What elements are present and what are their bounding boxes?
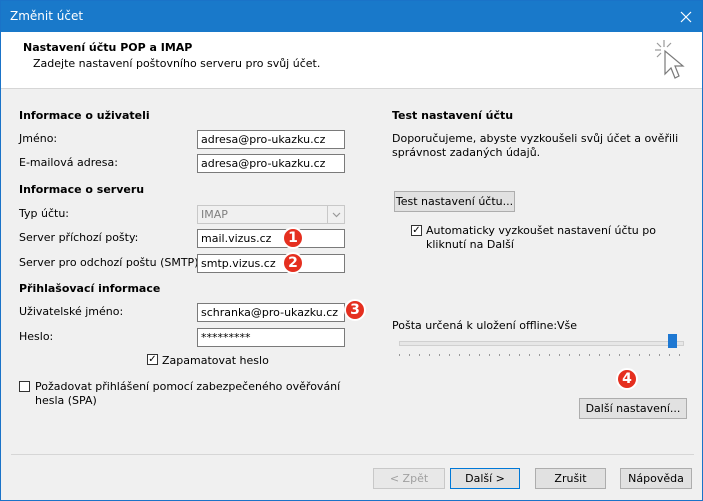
outgoing-server-field[interactable]: smtp.vizus.cz bbox=[197, 254, 345, 273]
slider-tick bbox=[439, 354, 440, 356]
name-field[interactable]: adresa@pro-ukazku.cz bbox=[197, 130, 345, 149]
user-info-heading: Informace o uživateli bbox=[19, 109, 150, 122]
auto-test-checkbox[interactable]: ✓ bbox=[411, 225, 422, 236]
more-settings-button[interactable]: Další nastavení... bbox=[579, 398, 687, 419]
slider-ticks bbox=[399, 354, 682, 356]
next-button[interactable]: Další > bbox=[450, 468, 520, 489]
callout-badge-2: 2 bbox=[282, 252, 304, 274]
offline-slider-track[interactable] bbox=[399, 341, 684, 346]
slider-tick bbox=[519, 354, 520, 356]
remember-password-label: Zapamatovat heslo bbox=[162, 354, 269, 367]
slider-tick bbox=[629, 354, 630, 356]
slider-tick bbox=[669, 354, 670, 356]
username-field[interactable]: schranka@pro-ukazku.cz bbox=[197, 303, 345, 322]
slider-tick bbox=[489, 354, 490, 356]
test-settings-heading: Test nastavení účtu bbox=[392, 109, 514, 122]
slider-tick bbox=[539, 354, 540, 356]
offline-mail-value: Vše bbox=[557, 319, 578, 332]
back-button[interactable]: < Zpět bbox=[373, 468, 445, 489]
server-info-heading: Informace o serveru bbox=[19, 183, 145, 196]
help-button[interactable]: Nápověda bbox=[620, 468, 692, 489]
slider-tick bbox=[529, 354, 530, 356]
slider-tick bbox=[559, 354, 560, 356]
cancel-button[interactable]: Zrušit bbox=[535, 468, 606, 489]
email-label: E-mailová adresa: bbox=[19, 156, 118, 169]
slider-tick bbox=[649, 354, 650, 356]
slider-tick bbox=[599, 354, 600, 356]
spa-checkbox[interactable] bbox=[19, 381, 30, 392]
chevron-down-icon bbox=[327, 206, 344, 223]
account-type-label: Typ účtu: bbox=[19, 207, 70, 220]
email-field[interactable]: adresa@pro-ukazku.cz bbox=[197, 154, 345, 173]
auto-test-label-line1: Automaticky vyzkoušet nastavení účtu po bbox=[426, 224, 656, 237]
spa-label-line2: hesla (SPA) bbox=[35, 394, 97, 407]
slider-tick bbox=[619, 354, 620, 356]
slider-tick bbox=[479, 354, 480, 356]
wizard-cursor-icon bbox=[652, 38, 690, 85]
header-subtitle: Zadejte nastavení poštovního serveru pro… bbox=[33, 57, 321, 70]
password-label: Heslo: bbox=[19, 330, 54, 343]
callout-badge-3: 3 bbox=[344, 299, 366, 321]
footer-divider bbox=[11, 454, 694, 455]
dialog-header: Nastavení účtu POP a IMAP Zadejte nastav… bbox=[1, 32, 702, 89]
slider-tick bbox=[449, 354, 450, 356]
password-field[interactable]: ********* bbox=[197, 328, 345, 347]
slider-tick bbox=[509, 354, 510, 356]
slider-tick bbox=[679, 354, 680, 356]
slider-tick bbox=[409, 354, 410, 356]
incoming-server-field[interactable]: mail.vizus.cz bbox=[197, 229, 345, 248]
account-type-value: IMAP bbox=[201, 208, 228, 221]
slider-tick bbox=[639, 354, 640, 356]
header-title: Nastavení účtu POP a IMAP bbox=[23, 41, 193, 54]
outgoing-server-label: Server pro odchozí poštu (SMTP): bbox=[19, 256, 203, 269]
login-info-heading: Přihlašovací informace bbox=[19, 282, 161, 295]
slider-tick bbox=[429, 354, 430, 356]
slider-tick bbox=[549, 354, 550, 356]
remember-password-checkbox[interactable]: ✓ bbox=[147, 354, 158, 365]
callout-badge-4: 4 bbox=[616, 368, 638, 390]
slider-tick bbox=[459, 354, 460, 356]
name-label: Jméno: bbox=[19, 132, 58, 145]
slider-tick bbox=[579, 354, 580, 356]
incoming-server-label: Server příchozí pošty: bbox=[19, 231, 139, 244]
callout-badge-1: 1 bbox=[282, 227, 304, 249]
title-bar: Změnit účet bbox=[1, 1, 702, 32]
change-account-dialog: Změnit účet Nastavení účtu POP a IMAP Za… bbox=[0, 0, 703, 501]
slider-tick bbox=[589, 354, 590, 356]
slider-tick bbox=[419, 354, 420, 356]
test-desc-line2: správnost zadaných údajů. bbox=[392, 146, 541, 159]
username-label: Uživatelské jméno: bbox=[19, 305, 124, 318]
offline-slider-thumb[interactable] bbox=[668, 334, 677, 348]
account-type-select: IMAP bbox=[197, 205, 345, 224]
slider-tick bbox=[469, 354, 470, 356]
slider-tick bbox=[399, 354, 400, 356]
offline-mail-label: Pošta určená k uložení offline: bbox=[392, 319, 558, 332]
test-account-settings-button[interactable]: Test nastavení účtu... bbox=[394, 191, 515, 212]
window-title: Změnit účet bbox=[10, 9, 84, 23]
slider-tick bbox=[569, 354, 570, 356]
spa-label-line1: Požadovat přihlášení pomocí zabezpečenéh… bbox=[35, 380, 341, 393]
slider-tick bbox=[609, 354, 610, 356]
slider-tick bbox=[659, 354, 660, 356]
test-desc-line1: Doporučujeme, abyste vyzkoušeli svůj úče… bbox=[392, 132, 679, 145]
auto-test-label-line2: kliknutí na Další bbox=[426, 238, 514, 251]
close-icon[interactable] bbox=[670, 1, 702, 32]
slider-tick bbox=[499, 354, 500, 356]
